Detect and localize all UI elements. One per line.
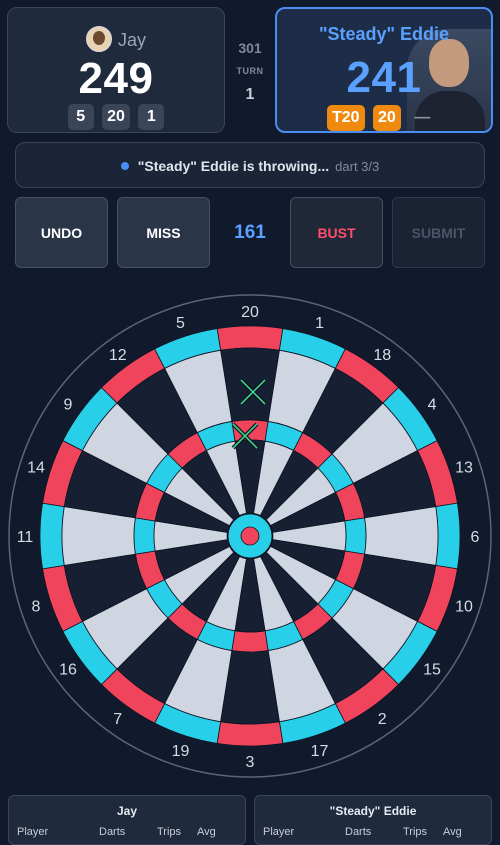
status-text-row: "Steady" Eddie is throwing... dart 3/3 [16,158,484,174]
player2-score: 241 [346,53,422,102]
col-header: Darts [99,826,126,838]
col-header: Avg [197,826,216,838]
stats-table-left-header: Player Darts Trips Avg [17,826,237,838]
board-number-20: 20 [241,304,259,321]
board-number-10: 10 [455,599,473,616]
board-number-19: 19 [172,743,190,760]
col-header: Darts [345,826,372,838]
player1-dart-1: 5 [67,104,94,130]
board-number-16: 16 [59,661,77,678]
stats-table-right: "Steady" Eddie Player Darts Trips Avg [254,795,492,845]
player1-dart-2: 20 [102,104,130,130]
player2-card: "Steady" Eddie 241 T20 20 — [275,7,493,133]
player1-avatar [85,26,112,52]
col-header: Trips [403,826,428,838]
board-number-6: 6 [471,529,480,546]
board-number-15: 15 [423,661,441,678]
stats-table-right-title: "Steady" Eddie [329,804,417,818]
double-3[interactable] [216,721,284,747]
board-number-17: 17 [311,743,329,760]
player2-dart-2: 20 [373,105,401,131]
dartboard[interactable]: 20 1 18 4 13 6 10 15 2 17 3 19 7 16 8 11 14 9 12 5 [0,288,500,788]
col-header: Player [263,826,295,838]
turn-label: TURN [236,66,264,76]
board-number-11: 11 [17,529,34,546]
col-header: Trips [157,826,182,838]
board-number-8: 8 [32,599,41,616]
undo-button[interactable]: UNDO [15,197,108,268]
double-6[interactable] [435,502,461,570]
bust-button[interactable]: BUST [290,197,383,268]
double-11[interactable] [39,502,65,570]
col-header: Player [17,826,49,838]
game-mode: 301 [238,40,262,56]
board-number-18: 18 [373,347,391,364]
status-bar: "Steady" Eddie is throwing... dart 3/3 [15,142,485,188]
status-text: "Steady" Eddie is throwing... [137,158,330,174]
remaining-score: 161 [234,222,266,243]
player2-dart-3: — [414,109,431,126]
player2-name: "Steady" Eddie [318,24,450,44]
col-header: Avg [443,826,462,838]
triple-6[interactable] [344,517,367,555]
board-number-1: 1 [315,315,324,332]
player1-name: Jay [117,30,146,50]
double-20[interactable] [216,325,284,351]
triple-3[interactable] [231,630,269,653]
stats-table-left: Jay Player Darts Trips Avg [8,795,246,845]
player1-name-row: Jay [8,26,224,52]
stats-table-left-title: Jay [116,804,138,818]
board-number-12: 12 [109,347,127,364]
player2-dart-1: T20 [327,105,365,131]
board-number-4: 4 [428,397,437,414]
player1-score: 249 [78,54,154,103]
player1-card: Jay 249 5 20 1 [7,7,225,133]
miss-button[interactable]: MISS [117,197,210,268]
player1-darts: 5 20 1 [8,104,224,130]
board-number-14: 14 [27,459,45,476]
board-number-7: 7 [113,711,122,728]
triple-11[interactable] [133,517,156,555]
board-number-2: 2 [378,711,387,728]
active-dot-icon [120,162,129,170]
board-number-3: 3 [246,754,255,771]
dart-progress: dart 3/3 [335,159,380,174]
player1-dart-3: 1 [138,104,165,130]
board-number-9: 9 [64,397,73,414]
submit-button[interactable]: SUBMIT [392,197,485,268]
turn-number: 1 [245,86,255,103]
stats-table-right-header: Player Darts Trips Avg [263,826,483,838]
bullseye[interactable] [240,526,260,546]
board-number-13: 13 [455,459,473,476]
player2-darts: T20 20 — [277,105,491,131]
board-number-5: 5 [176,315,185,332]
